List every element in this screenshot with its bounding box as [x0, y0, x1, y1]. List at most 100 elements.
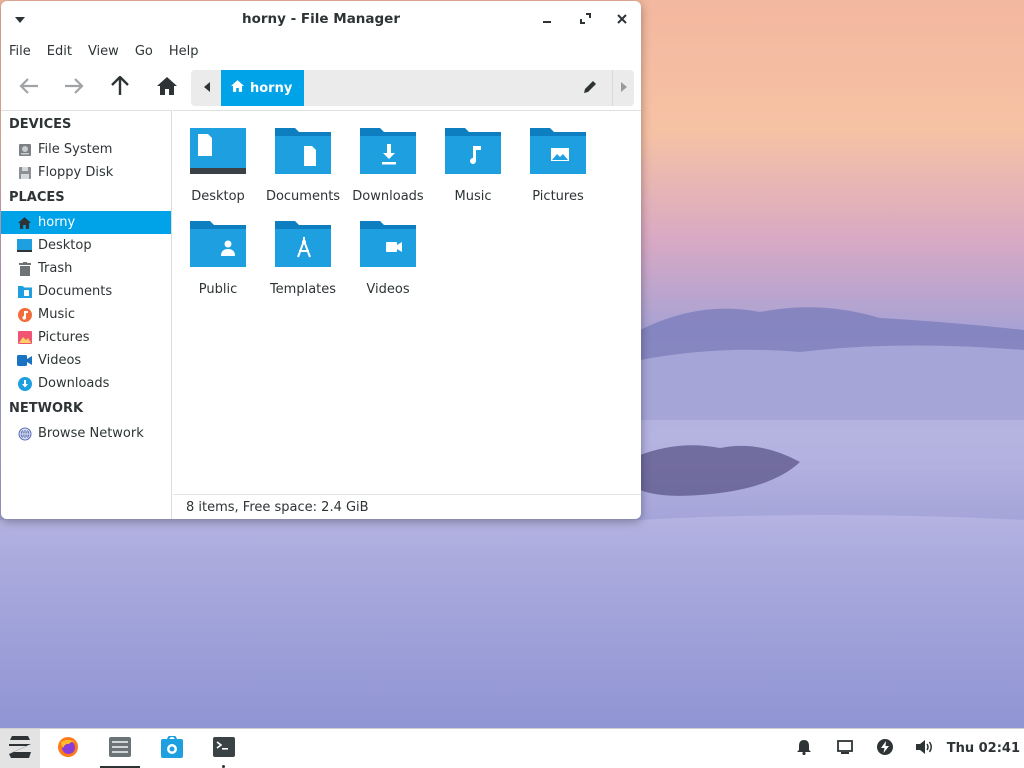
taskbar-files[interactable] — [100, 729, 140, 768]
file-item-desktop[interactable]: Desktop — [175, 111, 261, 204]
up-button[interactable] — [105, 75, 135, 101]
taskbar-terminal[interactable] — [204, 729, 244, 768]
firefox-icon — [57, 736, 79, 762]
menu-go[interactable]: Go — [127, 39, 161, 65]
drive-icon — [17, 142, 32, 157]
window-menu-button[interactable] — [9, 10, 31, 28]
display-button[interactable] — [830, 729, 860, 768]
clock[interactable]: Thu 02:41 — [947, 729, 1020, 768]
minimize-button[interactable] — [536, 9, 558, 31]
title-bar[interactable]: horny - File Manager — [1, 1, 641, 37]
sidebar-item-label: Documents — [38, 284, 113, 299]
maximize-button[interactable] — [574, 9, 596, 31]
file-label: Desktop — [191, 189, 245, 204]
status-bar: 8 items, Free space: 2.4 GiB — [173, 494, 641, 519]
arrow-right-icon — [64, 78, 84, 98]
downloads-icon — [17, 376, 32, 391]
file-item-downloads[interactable]: Downloads — [345, 111, 431, 204]
caret-right-icon — [620, 81, 627, 96]
file-item-videos[interactable]: Videos — [345, 204, 431, 297]
sidebar-item-label: Trash — [38, 261, 73, 276]
sidebar: DEVICES File System Floppy Disk PLACES h… — [1, 110, 172, 519]
sidebar-item-label: horny — [38, 215, 76, 230]
sidebar-item-label: Floppy Disk — [38, 165, 114, 180]
caret-left-icon — [204, 81, 210, 96]
menu-help[interactable]: Help — [161, 39, 207, 65]
sidebar-item-documents[interactable]: Documents — [1, 280, 171, 303]
file-label: Music — [454, 189, 492, 204]
home-button[interactable] — [152, 75, 182, 101]
close-icon — [617, 13, 627, 28]
floppy-icon — [17, 165, 32, 180]
file-item-public[interactable]: Public — [175, 204, 261, 297]
arrow-left-icon — [19, 78, 39, 98]
file-manager-icon — [109, 737, 131, 761]
path-crumb-label: horny — [250, 80, 293, 96]
sidebar-item-file-system[interactable]: File System — [1, 138, 171, 161]
terminal-icon — [213, 737, 235, 761]
sidebar-item-label: Music — [38, 307, 75, 322]
documents-icon — [17, 284, 32, 299]
file-item-pictures[interactable]: Pictures — [515, 111, 601, 204]
volume-button[interactable] — [910, 729, 940, 768]
sidebar-heading-places: PLACES — [9, 190, 65, 205]
file-item-documents[interactable]: Documents — [260, 111, 346, 204]
sidebar-item-home[interactable]: horny — [1, 211, 171, 234]
pictures-folder-icon — [528, 124, 588, 180]
start-menu-button[interactable] — [0, 729, 40, 768]
menu-file[interactable]: File — [1, 39, 39, 65]
file-manager-window: horny - File Manager File Edit View Go H… — [1, 1, 641, 519]
sidebar-item-desktop[interactable]: Desktop — [1, 234, 171, 257]
taskbar-software[interactable] — [152, 729, 192, 768]
zorin-logo-icon — [7, 736, 33, 762]
file-label: Documents — [265, 189, 341, 204]
back-button[interactable] — [14, 75, 44, 101]
file-item-templates[interactable]: Templates — [260, 204, 346, 297]
sidebar-item-label: Videos — [38, 353, 82, 368]
sidebar-item-pictures[interactable]: Pictures — [1, 326, 171, 349]
file-label: Templates — [269, 282, 337, 297]
music-icon — [17, 307, 32, 322]
file-view[interactable]: Desktop Documents Downloads Music Pictur… — [173, 110, 641, 493]
menu-view[interactable]: View — [80, 39, 127, 65]
taskbar: Thu 02:41 — [0, 728, 1024, 768]
sidebar-item-trash[interactable]: Trash — [1, 257, 171, 280]
path-crumb-home[interactable]: horny — [221, 70, 305, 106]
pencil-icon — [583, 80, 597, 97]
home-icon — [17, 215, 32, 230]
minimize-icon — [542, 13, 552, 28]
notifications-button[interactable] — [789, 729, 819, 768]
sidebar-item-browse-network[interactable]: Browse Network — [1, 422, 171, 445]
sidebar-item-label: Desktop — [38, 238, 92, 253]
arrow-up-icon — [111, 75, 129, 100]
videos-folder-icon — [358, 217, 418, 273]
menu-edit[interactable]: Edit — [39, 39, 80, 65]
sidebar-item-music[interactable]: Music — [1, 303, 171, 326]
menu-bar: File Edit View Go Help — [1, 39, 206, 65]
public-folder-icon — [188, 217, 248, 273]
maximize-icon — [579, 12, 591, 28]
music-folder-icon — [443, 124, 503, 180]
taskbar-firefox[interactable] — [48, 729, 88, 768]
file-label: Downloads — [352, 189, 424, 204]
file-item-music[interactable]: Music — [430, 111, 516, 204]
speaker-icon — [916, 740, 934, 758]
pictures-icon — [17, 330, 32, 345]
power-button[interactable] — [870, 729, 900, 768]
sidebar-item-label: File System — [38, 142, 113, 157]
sidebar-item-label: Downloads — [38, 376, 110, 391]
edit-location-button[interactable] — [578, 70, 602, 106]
close-button[interactable] — [611, 9, 633, 31]
file-label: Pictures — [532, 189, 584, 204]
caret-down-icon — [15, 12, 25, 27]
sidebar-item-floppy-disk[interactable]: Floppy Disk — [1, 161, 171, 184]
sidebar-item-downloads[interactable]: Downloads — [1, 372, 171, 395]
path-scroll-left-button[interactable] — [195, 70, 219, 106]
path-scroll-right-button[interactable] — [612, 70, 634, 106]
network-icon — [17, 426, 32, 441]
forward-button[interactable] — [59, 75, 89, 101]
sidebar-item-videos[interactable]: Videos — [1, 349, 171, 372]
file-label: Public — [198, 282, 238, 297]
home-icon — [157, 77, 177, 99]
templates-folder-icon — [273, 217, 333, 273]
